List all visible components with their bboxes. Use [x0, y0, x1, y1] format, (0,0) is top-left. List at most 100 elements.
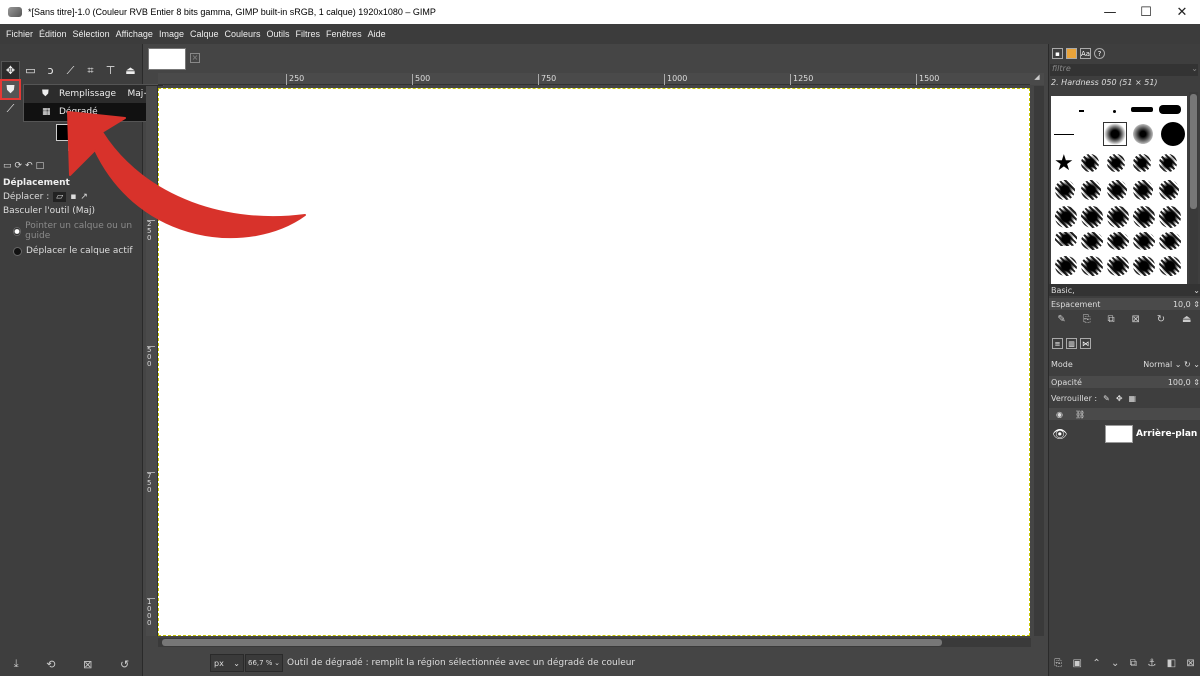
ruler-mark: 1500 — [916, 74, 939, 85]
crop-tool-icon[interactable]: ⌗ — [82, 62, 99, 79]
canvas-area[interactable] — [158, 86, 1031, 636]
images-tab-icon[interactable]: □ — [36, 161, 45, 171]
restore-options-icon[interactable]: ⟲ — [46, 658, 55, 671]
edit-brush-icon[interactable]: ✎ — [1057, 314, 1065, 325]
tool-options-panel: ▭ ⟳ ↶ □ Déplacement Déplacer : ▱ ▪ ↗ Bascul… — [0, 159, 143, 256]
ruler-mark: 1000 — [664, 74, 687, 85]
delete-layer-icon[interactable]: ⊠ — [1186, 658, 1194, 669]
lower-layer-icon[interactable]: ⌄ — [1111, 658, 1119, 669]
bucket-fill-icon: ⛊ — [42, 89, 49, 99]
menu-image[interactable]: Image — [156, 29, 187, 39]
chevron-down-icon: ⌄ — [1193, 285, 1200, 295]
scroll-thumb[interactable] — [162, 639, 942, 646]
close-button[interactable]: ✕ — [1164, 0, 1200, 24]
color-picker-tool-icon[interactable]: ⟋ — [2, 100, 19, 117]
anchor-layer-icon[interactable]: ⚓ — [1147, 658, 1156, 669]
move-path-icon[interactable]: ↗ — [80, 192, 88, 202]
refresh-brush-icon[interactable]: ↻ — [1157, 314, 1165, 325]
menu-item-degrade[interactable]: ▦DégradéG — [24, 103, 163, 121]
delete-options-icon[interactable]: ⊠ — [83, 658, 92, 671]
option-pick-layer-label: Pointer un calque ou un guide — [25, 221, 133, 241]
raise-layer-icon[interactable]: ⌃ — [1092, 658, 1100, 669]
radio-move-active-layer[interactable] — [13, 246, 22, 256]
device-status-tab-icon[interactable]: ⟳ — [15, 161, 23, 171]
reset-options-icon[interactable]: ↺ — [120, 658, 129, 671]
channels-tab-icon[interactable]: ▥ — [1066, 337, 1077, 349]
brush-tag-select[interactable]: Basic, ⌄ — [1049, 284, 1200, 296]
fg-bg-colors[interactable] — [56, 124, 90, 152]
move-layer-icon[interactable]: ▱ — [53, 192, 67, 202]
menu-calque[interactable]: Calque — [187, 29, 222, 39]
new-group-icon[interactable]: ▣ — [1073, 658, 1082, 669]
brushes-tab-icon[interactable]: ▪ — [1052, 47, 1063, 59]
menu-selection[interactable]: Sélection — [70, 29, 113, 39]
paths-tab-icon[interactable]: ⋈ — [1080, 337, 1091, 349]
warp-tool-icon[interactable]: ⏏ — [122, 62, 139, 79]
spacing-slider[interactable]: Espacement 10,0 ⇕ — [1049, 298, 1200, 310]
lock-pixels-icon[interactable]: ✎ — [1103, 394, 1110, 403]
lock-alpha-icon[interactable]: ▦ — [1129, 394, 1137, 403]
image-tab-thumbnail[interactable] — [148, 48, 186, 70]
brush-grid[interactable]: ★ — [1051, 96, 1187, 288]
lasso-tool-icon[interactable]: ↄ — [42, 62, 59, 79]
duplicate-brush-icon[interactable]: ⧉ — [1108, 314, 1115, 325]
background-color[interactable] — [68, 134, 85, 151]
radio-pick-layer[interactable] — [13, 226, 22, 236]
menu-affichage[interactable]: Affichage — [113, 29, 156, 39]
move-selection-icon[interactable]: ▪ — [70, 192, 76, 202]
status-message: Outil de dégradé : remplit la région sél… — [287, 658, 636, 668]
brush-actions: ✎ ⎘ ⧉ ⊠ ↻ ⏏ — [1049, 314, 1200, 325]
eye-icon[interactable]: 👁 — [1049, 427, 1071, 441]
transform-tool-icon[interactable]: ⊤ — [102, 62, 119, 79]
duplicate-layer-icon[interactable]: ⧉ — [1130, 658, 1137, 669]
delete-brush-icon[interactable]: ⊠ — [1132, 314, 1140, 325]
rect-select-tool-icon[interactable]: ▭ — [22, 62, 39, 79]
menu-aide[interactable]: Aide — [365, 29, 389, 39]
brush-filter-input[interactable]: filtre ⌄ — [1050, 64, 1198, 76]
fuzzy-select-tool-icon[interactable]: ⟋ — [62, 62, 79, 79]
close-tab-icon[interactable]: × — [190, 53, 200, 63]
horizontal-ruler: 250 500 750 1000 1250 1500 — [158, 73, 1031, 85]
layers-tab-icon[interactable]: ≡ — [1052, 337, 1063, 349]
chain-header-icon: ⛓ — [1074, 409, 1086, 419]
mode-select[interactable]: Normal ⌄ ↻ ⌄ — [1143, 360, 1200, 369]
ruler-mark: 1000 — [147, 598, 155, 628]
ruler-mark: 250 — [286, 74, 304, 85]
new-brush-icon[interactable]: ⎘ — [1083, 314, 1091, 325]
minimize-button[interactable]: — — [1092, 0, 1128, 24]
maximize-button[interactable]: ☐ — [1128, 0, 1164, 24]
move-tool-icon[interactable]: ✥ — [1, 61, 20, 80]
new-layer-icon[interactable]: ⎘ — [1054, 658, 1062, 669]
layer-thumbnail — [1105, 425, 1133, 443]
gradient-icon: ▦ — [42, 107, 51, 117]
ruler-mark: 1250 — [790, 74, 813, 85]
opacity-slider[interactable]: Opacité 100,0 ⇕ — [1049, 376, 1200, 388]
menu-bar: Fichier Édition Sélection Affichage Imag… — [0, 24, 1200, 44]
menu-item-remplissage[interactable]: ⛊ Remplissage Maj+B — [24, 85, 163, 103]
help-tab-icon[interactable]: ? — [1094, 47, 1105, 59]
mask-layer-icon[interactable]: ◧ — [1167, 658, 1176, 669]
tool-options-title: Déplacement — [3, 178, 70, 188]
menu-edition[interactable]: Édition — [36, 29, 70, 39]
menu-outils[interactable]: Outils — [264, 29, 293, 39]
save-options-icon[interactable]: ⤓ — [14, 657, 19, 671]
menu-couleurs[interactable]: Couleurs — [222, 29, 264, 39]
zoom-select[interactable]: 66,7 % ⌄ — [245, 654, 283, 672]
patterns-tab-icon[interactable] — [1066, 47, 1077, 59]
image-canvas[interactable] — [158, 88, 1030, 636]
unit-select[interactable]: px ⌄ — [210, 654, 244, 672]
menu-filtres[interactable]: Filtres — [293, 29, 324, 39]
undo-history-tab-icon[interactable]: ↶ — [25, 161, 33, 171]
tool-options-tab-icon[interactable]: ▭ — [3, 161, 12, 171]
bucket-fill-tool-icon[interactable]: ⛊ — [0, 79, 21, 100]
brush-scrollbar[interactable] — [1189, 92, 1198, 288]
lock-position-icon[interactable]: ✥ — [1116, 394, 1123, 403]
open-brush-icon[interactable]: ⏏ — [1182, 314, 1191, 325]
menu-fenetres[interactable]: Fenêtres — [323, 29, 365, 39]
layer-row[interactable]: 👁 Arrière-plan — [1049, 422, 1200, 446]
fonts-tab-icon[interactable]: Aa — [1080, 47, 1091, 59]
vertical-scrollbar[interactable] — [1034, 86, 1044, 636]
navigate-icon[interactable]: ◢ — [1030, 73, 1044, 85]
horizontal-scrollbar[interactable] — [158, 638, 1031, 647]
menu-fichier[interactable]: Fichier — [3, 29, 36, 39]
